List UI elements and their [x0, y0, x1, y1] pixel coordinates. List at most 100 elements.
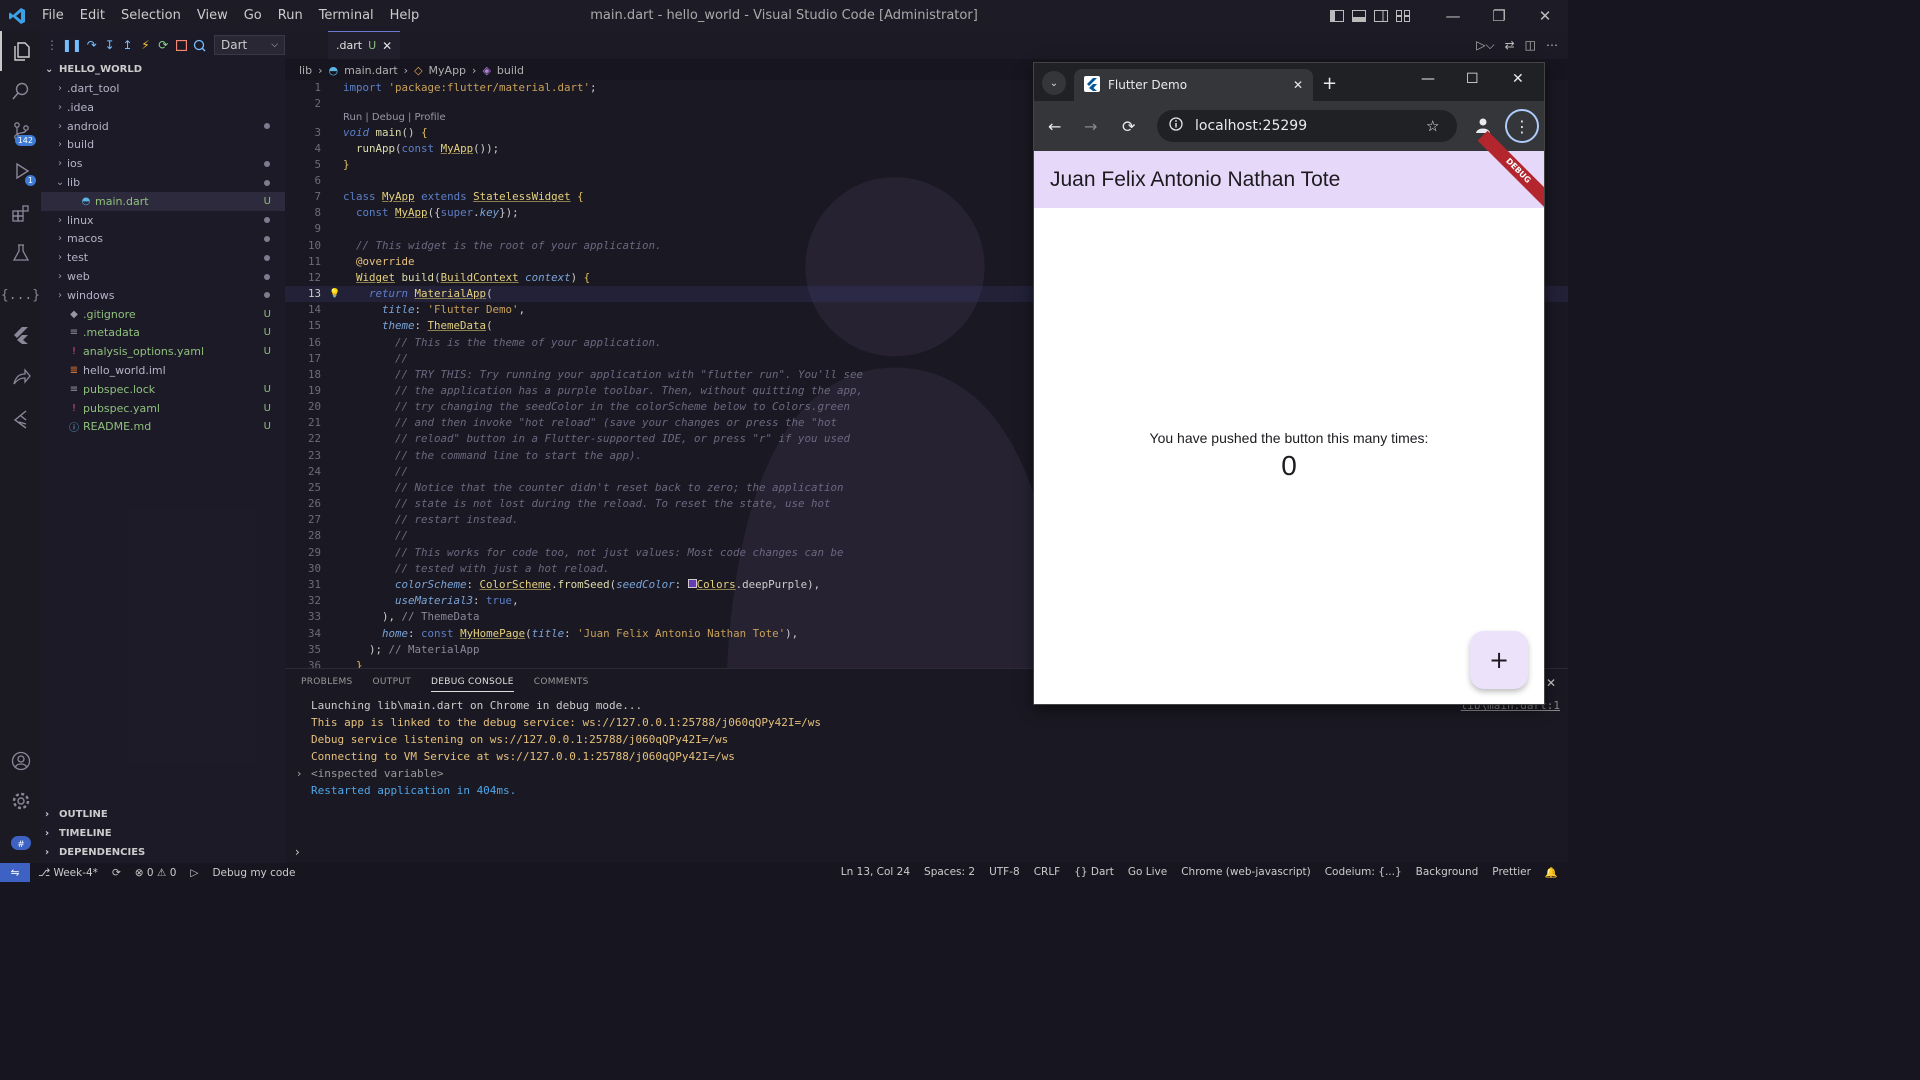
address-bar[interactable]: localhost:25299	[1157, 110, 1457, 142]
stop-icon[interactable]	[174, 36, 188, 54]
tab-main-dart[interactable]: .dart U ✕	[328, 31, 401, 59]
cursor-position[interactable]: Ln 13, Col 24	[841, 866, 910, 879]
debug-config-status[interactable]: Debug my code	[212, 867, 295, 879]
tree-item-dart-tool[interactable]: › .dart_tool	[41, 79, 285, 98]
lightbulb-icon[interactable]: 💡	[329, 286, 340, 302]
timeline-section[interactable]: › TIMELINE	[41, 824, 285, 843]
drag-handle-icon[interactable]: ⋮	[45, 36, 59, 54]
tree-item-analysis-options-yaml[interactable]: ! analysis_options.yaml U	[41, 342, 285, 361]
codelens-run-debug[interactable]: Run | Debug | Profile	[343, 112, 446, 123]
minimize-icon[interactable]: —	[1430, 0, 1476, 31]
tree-item-linux[interactable]: › linux	[41, 211, 285, 230]
toggle-panel-icon[interactable]	[1348, 5, 1370, 27]
tab-debug-console[interactable]: DEBUG CONSOLE	[431, 677, 514, 692]
background-status[interactable]: Background	[1416, 866, 1479, 879]
encoding[interactable]: UTF-8	[989, 866, 1020, 879]
site-info-icon[interactable]	[1169, 117, 1183, 135]
tree-item-android[interactable]: › android	[41, 117, 285, 136]
tab-comments[interactable]: COMMENTS	[534, 677, 589, 692]
expand-chevron-icon[interactable]: ›	[297, 767, 301, 780]
step-out-icon[interactable]: ↥	[121, 36, 135, 54]
settings-gear-icon[interactable]	[0, 781, 41, 821]
browser-tab[interactable]: Flutter Demo ✕	[1074, 69, 1313, 101]
json-braces-icon[interactable]: {...}	[0, 275, 41, 315]
menu-selection[interactable]: Selection	[113, 8, 189, 23]
hot-reload-icon[interactable]: ⚡	[139, 36, 153, 54]
pause-icon[interactable]: ❚❚	[62, 36, 82, 54]
line-ending[interactable]: CRLF	[1034, 866, 1061, 879]
debug-launch-icon[interactable]: ▷	[190, 867, 198, 879]
menu-run[interactable]: Run	[270, 8, 311, 23]
increment-fab[interactable]: +	[1470, 631, 1528, 689]
devtools-search-icon[interactable]	[192, 36, 206, 54]
codeium-status[interactable]: Codeium: {...}	[1325, 866, 1402, 879]
breadcrumb-file[interactable]: main.dart	[344, 64, 398, 77]
dependencies-section[interactable]: › DEPENDENCIES	[41, 843, 285, 862]
tab-problems[interactable]: PROBLEMS	[301, 677, 353, 692]
reload-icon[interactable]: ⟳	[1122, 117, 1135, 136]
forward-icon[interactable]: →	[1084, 117, 1097, 136]
tree-item-main-dart[interactable]: ◓ main.dart U	[41, 191, 285, 211]
tab-output[interactable]: OUTPUT	[373, 677, 411, 692]
tree-item-macos[interactable]: › macos	[41, 229, 285, 248]
step-over-icon[interactable]: ↷	[85, 36, 99, 54]
new-tab-icon[interactable]: +	[1322, 73, 1337, 94]
problems-indicator[interactable]: ⊗ 0 ⚠ 0	[135, 867, 177, 879]
accounts-icon[interactable]	[0, 741, 41, 781]
browser-minimize-icon[interactable]: —	[1421, 71, 1435, 87]
close-icon[interactable]: ✕	[1522, 0, 1568, 31]
more-actions-icon[interactable]: ⋯	[1546, 38, 1558, 52]
notifications-bell-icon[interactable]: 🔔	[1545, 866, 1558, 879]
tree-item-metadata[interactable]: ≡ .metadata U	[41, 323, 285, 342]
search-icon[interactable]	[0, 71, 41, 111]
prettier-status[interactable]: Prettier	[1492, 866, 1531, 879]
indentation[interactable]: Spaces: 2	[924, 866, 975, 879]
debug-target[interactable]: Chrome (web-javascript)	[1181, 866, 1310, 879]
tab-search-icon[interactable]: ⌄	[1042, 71, 1066, 95]
menu-terminal[interactable]: Terminal	[311, 8, 382, 23]
remote-indicator-icon[interactable]: ⇋	[0, 863, 30, 882]
breadcrumb-lib[interactable]: lib	[299, 64, 312, 77]
menu-edit[interactable]: Edit	[72, 8, 113, 23]
bookmark-star-icon[interactable]: ☆	[1426, 117, 1439, 135]
browser-close-icon[interactable]: ✕	[1512, 71, 1524, 87]
tree-item-readme-md[interactable]: ⓘ README.md U	[41, 417, 285, 436]
restore-icon[interactable]: ❐	[1476, 0, 1522, 31]
panel-close-icon[interactable]: ✕	[1546, 676, 1556, 690]
remote-status-icon[interactable]: #	[0, 823, 41, 863]
tree-item-hello-world-iml[interactable]: ≣ hello_world.iml	[41, 361, 285, 380]
outline-section[interactable]: › OUTLINE	[41, 805, 285, 824]
remote-share-icon[interactable]	[0, 357, 41, 397]
source-control-icon[interactable]: 142	[0, 111, 41, 151]
split-editor-icon[interactable]: ◫	[1525, 38, 1536, 52]
tree-item-pubspec-lock[interactable]: ≡ pubspec.lock U	[41, 380, 285, 399]
menu-go[interactable]: Go	[236, 8, 270, 23]
sync-icon[interactable]: ⟳	[112, 867, 121, 879]
run-debug-icon[interactable]: 1	[0, 151, 41, 191]
tree-item-web[interactable]: › web	[41, 267, 285, 286]
tab-close-icon[interactable]: ✕	[382, 39, 392, 53]
tree-item-windows[interactable]: › windows	[41, 286, 285, 305]
breadcrumb-method[interactable]: build	[497, 64, 524, 77]
go-live[interactable]: Go Live	[1128, 866, 1167, 879]
codeium-icon[interactable]	[0, 399, 41, 439]
open-changes-icon[interactable]: ⇄	[1505, 38, 1515, 52]
console-input-prompt[interactable]: ›	[295, 845, 300, 859]
tree-item-lib[interactable]: ⌄ lib	[41, 173, 285, 192]
tree-item-gitignore[interactable]: ◆ .gitignore U	[41, 305, 285, 324]
restart-icon[interactable]: ⟳	[156, 36, 170, 54]
browser-maximize-icon[interactable]: ☐	[1466, 71, 1479, 87]
menu-view[interactable]: View	[189, 8, 236, 23]
language-mode[interactable]: {} Dart	[1074, 866, 1114, 879]
branch-indicator[interactable]: ⎇ Week-4*	[38, 867, 98, 879]
explorer-project-header[interactable]: ⌄ HELLO_WORLD	[41, 60, 285, 79]
customize-layout-icon[interactable]	[1392, 5, 1414, 27]
testing-icon[interactable]	[0, 233, 41, 273]
browser-tab-close-icon[interactable]: ✕	[1293, 78, 1303, 92]
explorer-icon[interactable]	[0, 31, 41, 71]
tree-item-idea[interactable]: › .idea	[41, 98, 285, 117]
step-into-icon[interactable]: ↧	[103, 36, 117, 54]
back-icon[interactable]: ←	[1048, 117, 1061, 136]
tree-item-ios[interactable]: › ios	[41, 154, 285, 173]
browser-menu-icon[interactable]: ⋮	[1505, 109, 1539, 143]
